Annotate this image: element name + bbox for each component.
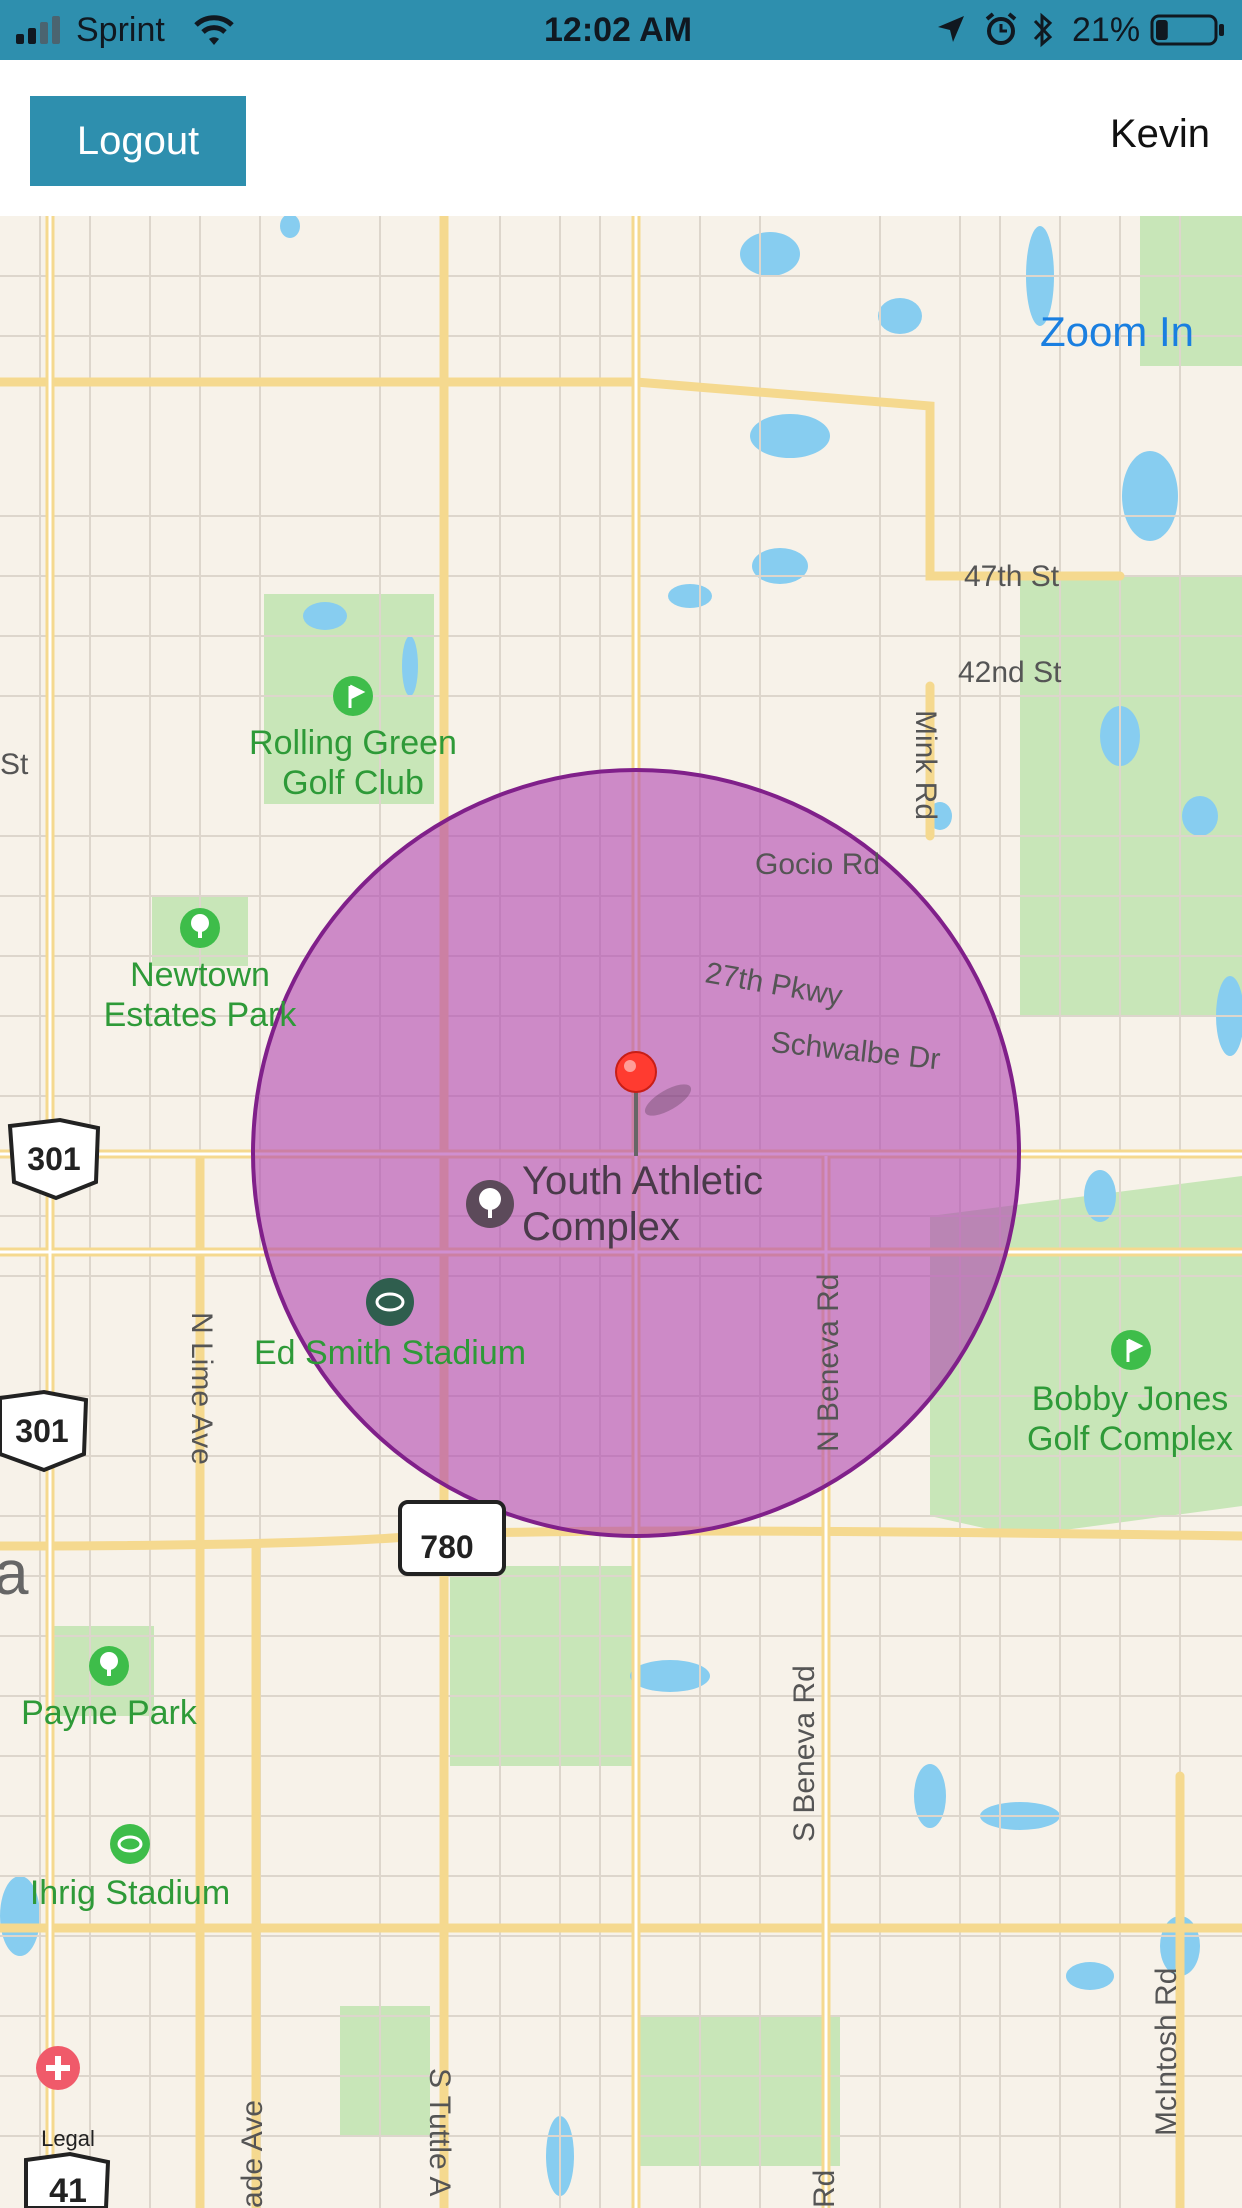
top-nav-bar: Logout Kevin xyxy=(0,60,1242,216)
street-label: S Tuttle A xyxy=(423,2068,456,2196)
stadium-icon xyxy=(110,1824,150,1864)
street-label: 47th St xyxy=(964,560,1060,593)
place-label: Bobby Jones xyxy=(1032,1380,1229,1418)
wifi-icon xyxy=(194,15,234,45)
us-41-shield: Legal 41 xyxy=(24,2126,111,2208)
stadium-icon xyxy=(366,1278,414,1326)
place-label: Ed Smith Stadium xyxy=(254,1334,526,1372)
us-301-shield-bottom: 301 xyxy=(0,1389,89,1473)
street-label: N Beneva Rd xyxy=(812,1274,845,1452)
place-label: Rolling Green xyxy=(249,724,457,762)
status-time: 12:02 AM xyxy=(544,11,693,49)
street-label: McIntosh Rd xyxy=(1150,1968,1183,2136)
alarm-icon xyxy=(985,12,1017,45)
park-tree-icon xyxy=(466,1180,514,1228)
place-label: Ihrig Stadium xyxy=(30,1874,230,1912)
carrier-name: Sprint xyxy=(76,11,165,49)
bluetooth-icon xyxy=(1033,12,1053,48)
street-label: ade Ave xyxy=(236,2100,269,2208)
place-label: Golf Complex xyxy=(1027,1420,1233,1458)
hospital-icon xyxy=(36,2046,80,2090)
street-label: S Beneva Rd xyxy=(788,1665,821,1842)
map-canvas[interactable]: 301 301 780 Legal 41 47th St 42nd St Min… xyxy=(0,216,1242,2208)
place-label: Estates Park xyxy=(104,996,298,1034)
place-label: Golf Club xyxy=(282,764,424,802)
street-label: Rd xyxy=(808,2170,841,2208)
park-tree-icon xyxy=(180,908,220,948)
battery-icon xyxy=(1150,14,1224,46)
status-bar: Sprint 12:02 AM 21% xyxy=(0,0,1242,60)
shield-top-label: Legal xyxy=(41,2126,95,2151)
street-label: 42nd St xyxy=(958,656,1062,689)
shield-label: 301 xyxy=(27,1141,80,1177)
park-tree-icon xyxy=(89,1646,129,1686)
fl-780-shield: 780 xyxy=(398,1500,506,1576)
street-label: St xyxy=(0,748,29,781)
shield-label: 41 xyxy=(49,2172,87,2208)
golf-icon xyxy=(333,676,373,716)
street-label: Gocio Rd xyxy=(755,848,880,881)
place-label: Youth Athletic xyxy=(522,1159,763,1203)
city-label: a xyxy=(0,1539,29,1608)
zoom-in-button[interactable]: Zoom In xyxy=(1040,308,1194,356)
location-arrow-icon xyxy=(938,16,964,42)
us-301-shield-top: 301 xyxy=(7,1117,101,1201)
place-label: Payne Park xyxy=(21,1694,198,1732)
shield-label: 780 xyxy=(420,1529,473,1565)
username-label: Kevin xyxy=(1109,112,1210,156)
shield-label: 301 xyxy=(15,1413,68,1449)
place-label: Complex xyxy=(522,1205,680,1249)
golf-icon xyxy=(1111,1330,1151,1370)
street-label: Mink Rd xyxy=(909,710,942,820)
map-view[interactable]: 301 301 780 Legal 41 47th St 42nd St Min… xyxy=(0,216,1242,2208)
battery-percent: 21% xyxy=(1072,11,1141,49)
place-label: Newtown xyxy=(130,956,270,994)
street-label: N Lime Ave xyxy=(185,1312,218,1465)
signal-bars-icon xyxy=(16,16,60,44)
logout-button[interactable]: Logout xyxy=(30,96,246,186)
